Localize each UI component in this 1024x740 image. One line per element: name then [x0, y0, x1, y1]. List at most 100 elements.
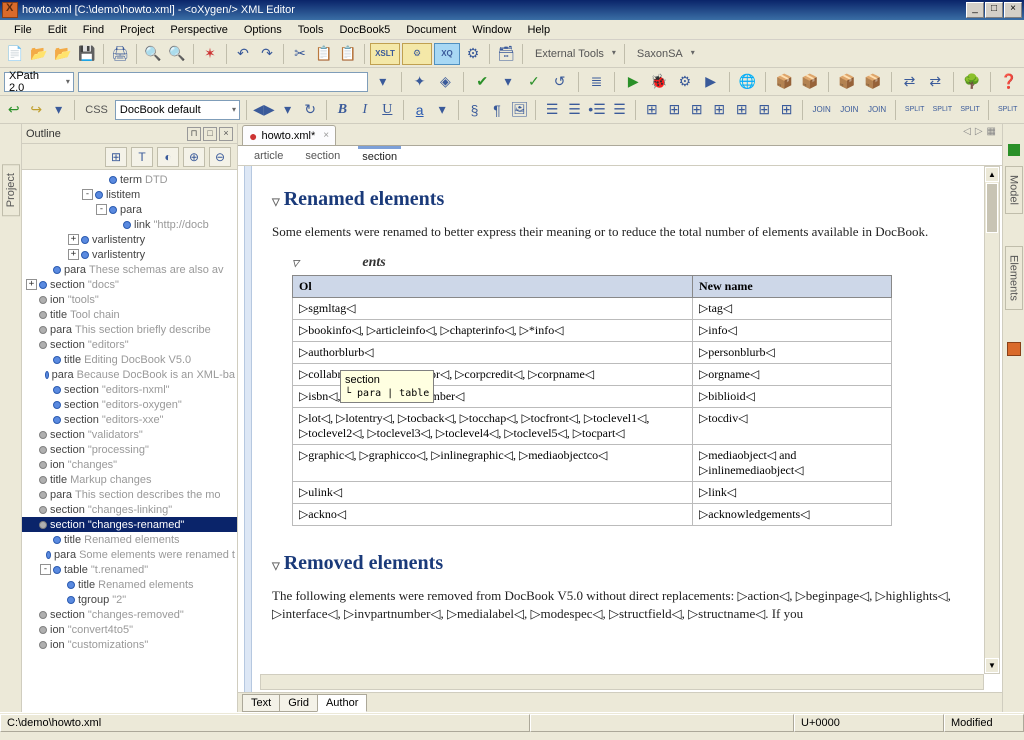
tree-row[interactable]: link"http://docb: [22, 217, 237, 232]
tree-row[interactable]: termDTD: [22, 172, 237, 187]
menu-find[interactable]: Find: [75, 22, 112, 38]
tab-prev-icon[interactable]: ◁: [963, 126, 971, 137]
tree-row[interactable]: ion"tools": [22, 292, 237, 307]
outline-comment-icon[interactable]: ◐: [157, 147, 179, 167]
tree-row[interactable]: tgroup"2": [22, 592, 237, 607]
new-file-icon[interactable]: 📄: [4, 43, 26, 65]
tree-row[interactable]: -listitem: [22, 187, 237, 202]
tree-icon[interactable]: 🌳: [961, 71, 983, 93]
dl-icon[interactable]: ☰: [610, 99, 629, 121]
cut-icon[interactable]: ✂: [289, 43, 311, 65]
table-row[interactable]: ▷bookinfo◁, ▷articleinfo◁, ▷chapterinfo◁…: [293, 320, 892, 342]
menu-tools[interactable]: Tools: [290, 22, 332, 38]
row-above-icon[interactable]: ⊞: [665, 99, 684, 121]
model-rail-tab[interactable]: Model: [1005, 166, 1023, 214]
svn-icon[interactable]: 📦: [773, 71, 795, 93]
outline-expand-icon[interactable]: ⊕: [183, 147, 205, 167]
validate-icon[interactable]: ✔: [471, 71, 493, 93]
section-title-renamed[interactable]: ▽Renamed elements: [272, 188, 970, 211]
tab-close-icon[interactable]: ×: [323, 130, 329, 141]
xpath-version-combo[interactable]: XPath 2.0: [4, 72, 74, 92]
tree-row[interactable]: paraThis section briefly describe: [22, 322, 237, 337]
refresh-icon[interactable]: ↻: [300, 99, 319, 121]
outline-text-icon[interactable]: T: [131, 147, 153, 167]
svn2-icon[interactable]: 📦: [799, 71, 821, 93]
del-col-icon[interactable]: ⊞: [777, 99, 796, 121]
view-tab-author[interactable]: Author: [317, 694, 367, 712]
menu-edit[interactable]: Edit: [40, 22, 75, 38]
horizontal-scrollbar[interactable]: [260, 674, 984, 690]
tags-opts-icon[interactable]: ▾: [278, 99, 297, 121]
tree-row[interactable]: titleRenamed elements: [22, 532, 237, 547]
table-row[interactable]: ▷graphic◁, ▷graphicco◁, ▷inlinegraphic◁,…: [293, 445, 892, 482]
tree-row[interactable]: section"editors-nxml": [22, 382, 237, 397]
col-left-icon[interactable]: ⊞: [732, 99, 751, 121]
tree-row[interactable]: section"editors": [22, 337, 237, 352]
menu-perspective[interactable]: Perspective: [162, 22, 235, 38]
xslt-debug-button[interactable]: ⚙: [402, 43, 432, 65]
table-icon[interactable]: ⊞: [642, 99, 661, 121]
italic-icon[interactable]: I: [355, 99, 374, 121]
tree-row[interactable]: -table"t.renamed": [22, 562, 237, 577]
outline-filter-icon[interactable]: ⊞: [105, 147, 127, 167]
li-icon[interactable]: •☰: [587, 99, 606, 121]
view-tab-text[interactable]: Text: [242, 694, 280, 712]
tree-row[interactable]: +section"docs": [22, 277, 237, 292]
validate-opts-icon[interactable]: ▾: [497, 71, 519, 93]
table-row[interactable]: ▷sgmltag◁▷tag◁: [293, 298, 892, 320]
row-below-icon[interactable]: ⊞: [687, 99, 706, 121]
underline-icon[interactable]: U: [378, 99, 397, 121]
database-icon[interactable]: 🗃: [495, 43, 517, 65]
join2-icon[interactable]: JOIN: [837, 99, 862, 121]
col-right-icon[interactable]: ⊞: [754, 99, 773, 121]
crumb-section1[interactable]: section: [301, 148, 344, 164]
section2-para[interactable]: The following elements were removed from…: [272, 587, 970, 623]
menu-docbook5[interactable]: DocBook5: [331, 22, 398, 38]
tree-row[interactable]: paraThis section describes the mo: [22, 487, 237, 502]
tree-row[interactable]: section"changes-removed": [22, 607, 237, 622]
menu-options[interactable]: Options: [236, 22, 290, 38]
tree-row[interactable]: ion"customizations": [22, 637, 237, 652]
crumb-section2[interactable]: section: [358, 146, 401, 165]
config-icon[interactable]: ⚙: [674, 71, 696, 93]
project-rail-tab[interactable]: Project: [2, 164, 20, 216]
css-combo[interactable]: DocBook default: [115, 100, 240, 120]
validation-status-icon[interactable]: [1008, 144, 1020, 156]
copy-icon[interactable]: 📋: [313, 43, 335, 65]
section-para[interactable]: Some elements were renamed to better exp…: [272, 223, 970, 241]
nav-back-icon[interactable]: ↩: [4, 99, 23, 121]
nav-fwd-icon[interactable]: ↪: [26, 99, 45, 121]
tree-row[interactable]: titleTool chain: [22, 307, 237, 322]
tab-next-icon[interactable]: ▷: [975, 126, 983, 137]
xq-button[interactable]: XQ: [434, 43, 460, 65]
debug-icon[interactable]: 🐞: [648, 71, 670, 93]
para-icon[interactable]: ¶: [487, 99, 506, 121]
xq-debug-button[interactable]: ⚙: [462, 43, 484, 65]
link-opts-icon[interactable]: ▾: [432, 99, 451, 121]
join-icon[interactable]: JOIN: [809, 99, 834, 121]
elements-rail-tab[interactable]: Elements: [1005, 246, 1023, 310]
tree-row[interactable]: +varlistentry: [22, 232, 237, 247]
minimize-button[interactable]: _: [966, 2, 984, 18]
menu-window[interactable]: Window: [464, 22, 519, 38]
tree-row[interactable]: titleRenamed elements: [22, 577, 237, 592]
tree-row[interactable]: section"processing": [22, 442, 237, 457]
find-icon[interactable]: 🔍: [142, 43, 164, 65]
saxon-dropdown[interactable]: SaxonSA: [630, 45, 698, 63]
run2-icon[interactable]: ▶: [700, 71, 722, 93]
tree-row[interactable]: section"editors-oxygen": [22, 397, 237, 412]
outline-pin-icon[interactable]: ⊓: [187, 127, 201, 141]
clear-val-icon[interactable]: ↺: [549, 71, 571, 93]
fold-strip[interactable]: [244, 166, 252, 692]
scroll-thumb[interactable]: [986, 183, 998, 233]
vertical-scrollbar[interactable]: ▲ ▼: [984, 166, 1000, 674]
tree-row[interactable]: paraThese schemas are also av: [22, 262, 237, 277]
split-icon[interactable]: SPLIT: [902, 99, 927, 121]
tree-row[interactable]: titleEditing DocBook V5.0: [22, 352, 237, 367]
open-url-icon[interactable]: 📂: [52, 43, 74, 65]
maximize-button[interactable]: □: [985, 2, 1003, 18]
complete-icon[interactable]: ✦: [409, 71, 431, 93]
browser-icon[interactable]: 🌐: [737, 71, 759, 93]
menu-project[interactable]: Project: [112, 22, 162, 38]
join3-icon[interactable]: JOIN: [865, 99, 890, 121]
